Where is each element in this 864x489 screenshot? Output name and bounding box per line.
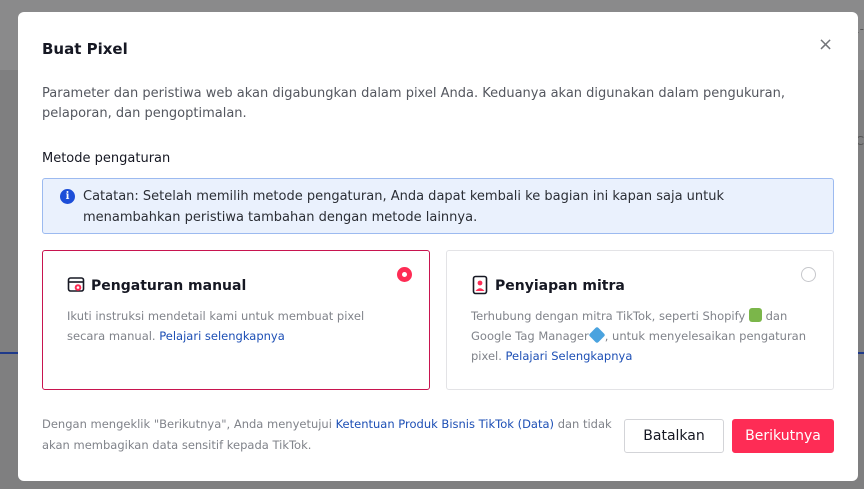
next-button[interactable]: Berikutnya [732, 419, 834, 453]
terms-note: Dengan mengeklik "Berikutnya", Anda meny… [42, 414, 632, 456]
radio-selected[interactable] [397, 267, 412, 282]
info-icon: i [60, 189, 75, 204]
modal-description: Parameter dan peristiwa web akan digabun… [42, 86, 785, 121]
browser-code-icon [67, 277, 85, 292]
option-description-text: Terhubung dengan mitra TikTok, seperti S… [471, 309, 746, 323]
backdrop-divider [0, 352, 18, 354]
notice-text: Catatan: Setelah memilih metode pengatur… [83, 189, 725, 225]
option-title: Penyiapan mitra [495, 278, 625, 294]
option-description: Terhubung dengan mitra TikTok, seperti S… [471, 306, 816, 366]
terms-note-prefix: Dengan mengeklik "Berikutnya", Anda meny… [42, 417, 332, 431]
radio-unselected[interactable] [801, 267, 816, 282]
learn-more-link[interactable]: Pelajari selengkapnya [159, 329, 285, 343]
section-label: Metode pengaturan [42, 151, 171, 166]
cancel-button[interactable]: Batalkan [624, 419, 724, 453]
learn-more-link[interactable]: Pelajari Selengkapnya [506, 349, 633, 363]
option-partner-setup[interactable]: Penyiapan mitra Terhubung dengan mitra T… [446, 250, 834, 390]
close-icon[interactable]: × [818, 36, 833, 54]
shopify-icon [748, 308, 762, 322]
create-pixel-modal: Buat Pixel × Parameter dan peristiwa web… [18, 12, 858, 481]
notice-banner: i Catatan: Setelah memilih metode pengat… [42, 178, 834, 234]
option-description: Ikuti instruksi mendetail kami untuk mem… [67, 306, 402, 346]
partner-icon [472, 275, 488, 295]
google-tag-manager-icon [588, 326, 606, 344]
option-title: Pengaturan manual [91, 278, 247, 294]
modal-title: Buat Pixel [42, 40, 128, 58]
terms-link[interactable]: Ketentuan Produk Bisnis TikTok (Data) [336, 417, 554, 431]
option-manual-setup[interactable]: Pengaturan manual Ikuti instruksi mendet… [42, 250, 430, 390]
